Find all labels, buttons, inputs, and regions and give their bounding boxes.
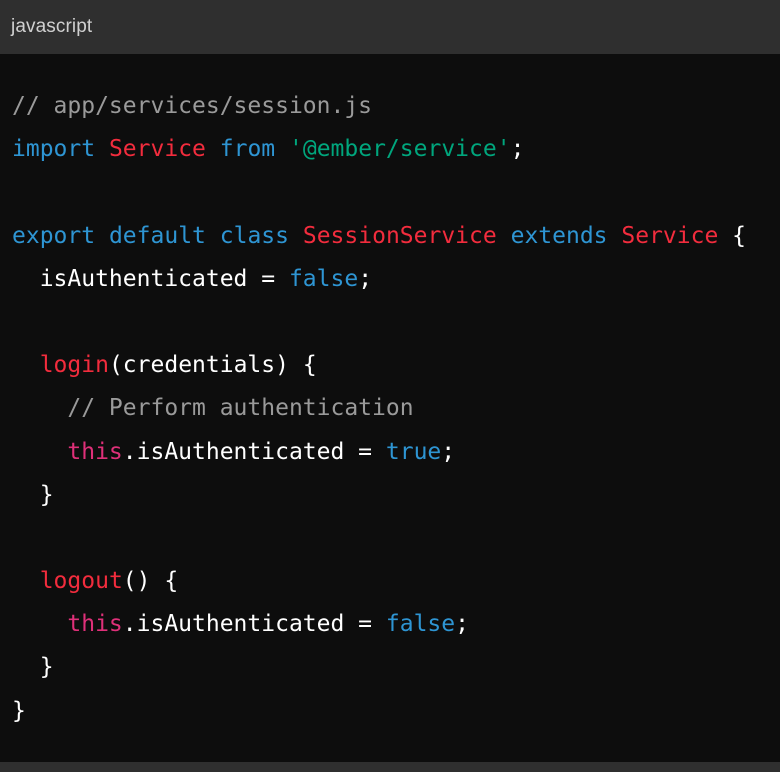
code-line: this.isAuthenticated = false;	[12, 603, 780, 646]
code-token-class: SessionService	[302, 222, 497, 249]
code-token-plain: ;	[510, 136, 525, 163]
code-token-plain: }	[12, 697, 26, 724]
code-content[interactable]: // app/services/session.js import Service…	[12, 85, 780, 733]
code-token-this: this	[67, 438, 123, 465]
code-token-keyword: from	[219, 136, 276, 163]
code-token-keyword: true	[385, 438, 442, 465]
code-token-this: this	[67, 611, 123, 638]
code-token-string: '@ember/service'	[289, 136, 511, 163]
code-token-keyword: export	[12, 222, 96, 249]
code-block: javascript // app/services/session.js imp…	[0, 0, 780, 772]
code-line: login(credentials) {	[12, 344, 780, 387]
code-token-class: Service	[108, 136, 206, 163]
code-token-class: login	[39, 352, 109, 379]
code-token-keyword: default	[108, 222, 206, 249]
code-token-plain: ;	[441, 438, 456, 465]
code-line: // Perform authentication	[12, 387, 780, 430]
code-token-keyword: class	[219, 222, 289, 249]
code-header: javascript	[0, 0, 780, 54]
code-token-keyword: false	[288, 265, 359, 292]
code-token-plain: ;	[455, 611, 469, 638]
code-line: this.isAuthenticated = true;	[12, 431, 780, 474]
code-token-class: logout	[39, 568, 123, 595]
code-token-class: Service	[621, 222, 719, 249]
code-token-plain: .isAuthenticated =	[122, 611, 386, 638]
code-line: }	[12, 646, 780, 689]
code-line: import Service from '@ember/service';	[12, 128, 780, 171]
code-token-plain: ;	[358, 265, 373, 292]
code-token-plain: {	[718, 222, 747, 249]
code-line: }	[12, 690, 780, 733]
code-token-plain: isAuthenticated =	[12, 265, 289, 292]
code-token-plain: }	[12, 481, 54, 508]
code-token-plain: () {	[122, 568, 179, 595]
code-token-keyword: extends	[510, 222, 608, 249]
code-token-keyword: import	[12, 136, 96, 163]
code-line: export default class SessionService exte…	[12, 215, 780, 258]
code-token-plain: }	[12, 654, 54, 681]
code-line: // app/services/session.js	[12, 85, 780, 128]
code-line: isAuthenticated = false;	[12, 258, 780, 301]
code-token-comment: // Perform authentication	[67, 395, 414, 422]
code-token-plain: .isAuthenticated =	[122, 438, 386, 465]
language-label: javascript	[11, 16, 93, 37]
code-line: }	[12, 474, 780, 517]
horizontal-scrollbar[interactable]	[0, 762, 780, 772]
code-token-comment: // app/services/session.js	[12, 93, 373, 119]
code-token-keyword: false	[385, 611, 456, 638]
code-token-plain: (credentials) {	[108, 352, 317, 379]
code-line: logout() {	[12, 560, 780, 603]
